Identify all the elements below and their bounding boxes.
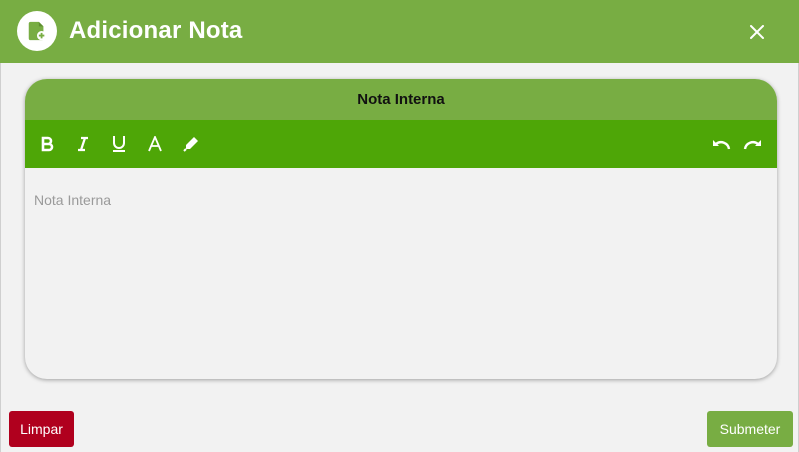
- clear-button[interactable]: Limpar: [9, 411, 74, 447]
- highlight-icon: [183, 137, 198, 152]
- submit-button[interactable]: Submeter: [707, 411, 793, 447]
- undo-button[interactable]: [709, 132, 733, 156]
- undo-icon: [713, 140, 731, 150]
- text-color-icon: [148, 136, 162, 152]
- close-button[interactable]: [742, 17, 772, 47]
- editor-toolbar: [25, 120, 777, 168]
- underline-button[interactable]: [107, 132, 131, 156]
- dialog-header: Adicionar Nota: [0, 0, 799, 63]
- bold-button[interactable]: [35, 132, 59, 156]
- close-icon: [750, 25, 764, 39]
- dialog-title: Adicionar Nota: [69, 17, 243, 44]
- note-editor[interactable]: Nota Interna: [25, 168, 777, 379]
- bold-icon: [41, 136, 54, 152]
- highlight-button[interactable]: [179, 132, 203, 156]
- underline-icon: [113, 136, 125, 152]
- italic-icon: [78, 136, 88, 152]
- redo-button[interactable]: [741, 132, 765, 156]
- redo-icon: [743, 140, 761, 150]
- editor-header: Nota Interna: [25, 79, 777, 120]
- italic-button[interactable]: [71, 132, 95, 156]
- editor-card: Nota Interna Nota Interna: [25, 79, 777, 379]
- note-add-icon: [17, 11, 57, 51]
- text-color-button[interactable]: [143, 132, 167, 156]
